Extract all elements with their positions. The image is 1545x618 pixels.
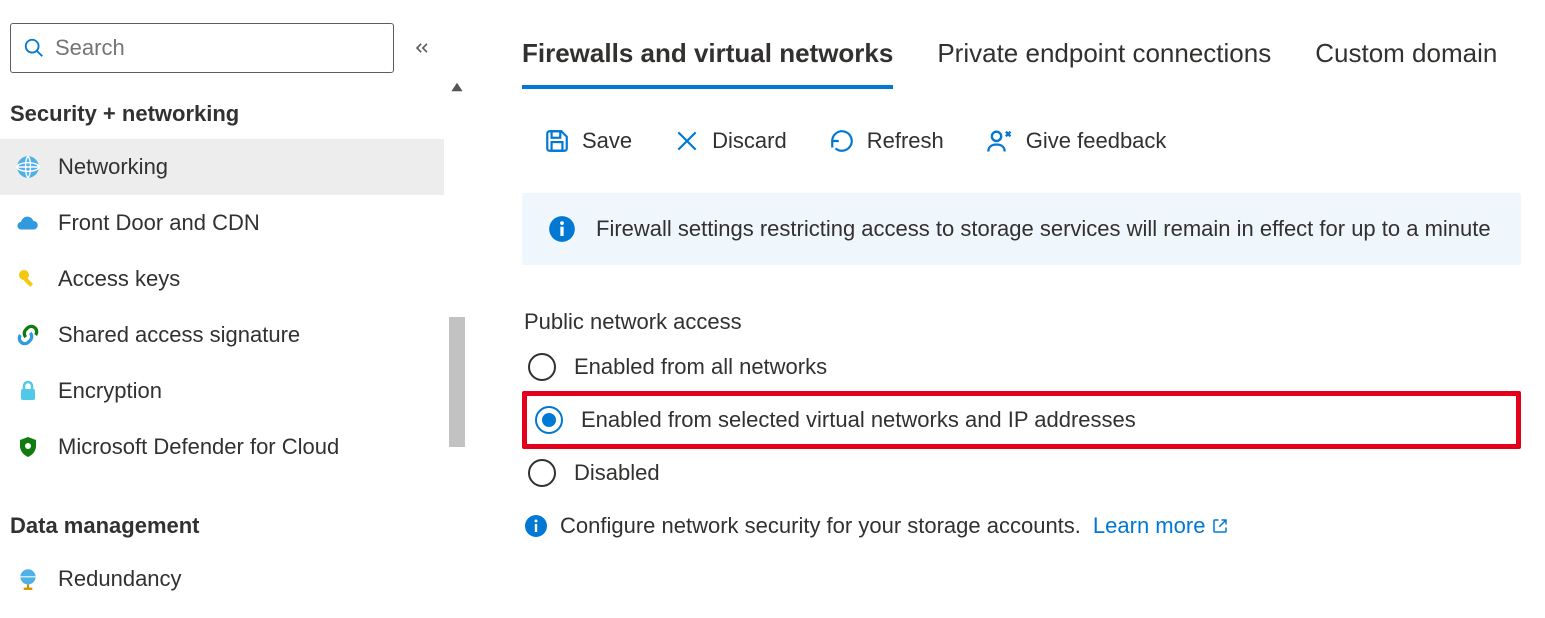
radio-label: Disabled [574, 460, 660, 486]
learn-more-link[interactable]: Learn more [1093, 513, 1230, 539]
section-data-management: Data management [0, 503, 444, 551]
link-icon [14, 321, 42, 349]
radio-icon [535, 406, 563, 434]
info-icon [548, 215, 576, 243]
sidebar-item-encryption[interactable]: Encryption [0, 363, 444, 419]
radio-icon [528, 353, 556, 381]
tab-bar: Firewalls and virtual networks Private e… [522, 22, 1521, 87]
sidebar-item-label: Networking [58, 154, 168, 180]
sidebar-item-redundancy[interactable]: Redundancy [0, 551, 444, 607]
refresh-label: Refresh [867, 128, 944, 154]
section-security-networking: Security + networking [0, 91, 444, 139]
feedback-button[interactable]: Give feedback [980, 123, 1173, 159]
search-row [0, 0, 444, 91]
helper-text-row: Configure network security for your stor… [522, 513, 1521, 539]
save-label: Save [582, 128, 632, 154]
radio-icon [528, 459, 556, 487]
highlight-annotation: Enabled from selected virtual networks a… [522, 391, 1521, 449]
sidebar-item-label: Redundancy [58, 566, 182, 592]
command-bar: Save Discard Refresh Give feedback [522, 109, 1521, 193]
radio-all-networks[interactable]: Enabled from all networks [522, 345, 1521, 389]
sidebar-item-access-keys[interactable]: Access keys [0, 251, 444, 307]
lock-icon [14, 377, 42, 405]
feedback-label: Give feedback [1026, 128, 1167, 154]
sidebar-item-defender[interactable]: Microsoft Defender for Cloud [0, 419, 444, 475]
public-network-access-group: Enabled from all networks Enabled from s… [522, 345, 1521, 495]
refresh-icon [829, 128, 855, 154]
discard-button[interactable]: Discard [668, 124, 793, 158]
sidebar: Security + networking Networking [0, 0, 468, 618]
save-icon [544, 128, 570, 154]
public-network-access-label: Public network access [522, 309, 1521, 335]
sidebar-item-label: Encryption [58, 378, 162, 404]
tab-custom-domain[interactable]: Custom domain [1315, 22, 1497, 87]
radio-selected-networks[interactable]: Enabled from selected virtual networks a… [529, 398, 1514, 442]
sidebar-item-label: Access keys [58, 266, 180, 292]
sidebar-scrollbar[interactable] [446, 80, 468, 618]
sidebar-item-frontdoor[interactable]: Front Door and CDN [0, 195, 444, 251]
external-link-icon [1211, 517, 1229, 535]
caret-up-icon [446, 80, 468, 94]
feedback-icon [986, 127, 1014, 155]
tab-private-endpoint[interactable]: Private endpoint connections [937, 22, 1271, 87]
save-button[interactable]: Save [538, 124, 638, 158]
nav-list: Networking Front Door and CDN Acces [0, 139, 444, 618]
collapse-sidebar-button[interactable] [410, 38, 434, 58]
radio-disabled[interactable]: Disabled [522, 451, 1521, 495]
radio-label: Enabled from selected virtual networks a… [581, 407, 1136, 433]
learn-more-label: Learn more [1093, 513, 1206, 539]
globe-icon [14, 153, 42, 181]
main-content: Firewalls and virtual networks Private e… [468, 0, 1545, 618]
close-icon [674, 128, 700, 154]
tab-firewalls[interactable]: Firewalls and virtual networks [522, 22, 893, 87]
discard-label: Discard [712, 128, 787, 154]
chevron-double-left-icon [412, 38, 432, 58]
info-banner: Firewall settings restricting access to … [522, 193, 1521, 265]
sidebar-item-label: Front Door and CDN [58, 210, 260, 236]
search-input[interactable] [55, 35, 381, 61]
shield-icon [14, 433, 42, 461]
refresh-button[interactable]: Refresh [823, 124, 950, 158]
sidebar-item-label: Microsoft Defender for Cloud [58, 434, 339, 460]
radio-label: Enabled from all networks [574, 354, 827, 380]
helper-text: Configure network security for your stor… [560, 513, 1081, 539]
cloud-icon [14, 209, 42, 237]
search-box[interactable] [10, 23, 394, 73]
info-banner-text: Firewall settings restricting access to … [596, 216, 1491, 242]
sidebar-item-networking[interactable]: Networking [0, 139, 444, 195]
search-icon [23, 37, 45, 59]
scroll-thumb[interactable] [449, 317, 465, 447]
sidebar-item-label: Shared access signature [58, 322, 300, 348]
sidebar-item-sas[interactable]: Shared access signature [0, 307, 444, 363]
key-icon [14, 265, 42, 293]
globe-stand-icon [14, 565, 42, 593]
info-icon [524, 514, 548, 538]
